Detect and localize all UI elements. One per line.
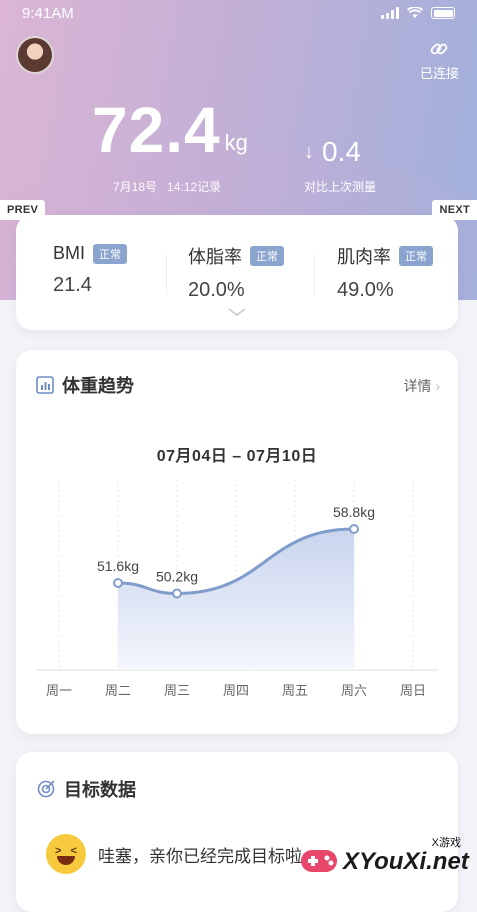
record-timestamp: 7月18号 14:12记录	[113, 178, 221, 195]
x-tick-label: 周日	[400, 684, 426, 699]
avatar[interactable]	[16, 36, 54, 74]
divider	[166, 255, 167, 295]
site-watermark: X游戏 XYouXi.net	[299, 834, 469, 884]
chevron-down-icon[interactable]	[227, 307, 247, 317]
target-icon	[37, 780, 55, 798]
status-icons	[381, 7, 455, 19]
metric-bmi[interactable]: BMI 正常 21.4	[53, 243, 128, 297]
metric-muscle[interactable]: 肌肉率 正常 49.0%	[337, 243, 433, 302]
battery-icon	[431, 7, 455, 19]
metric-value: 49.0%	[337, 279, 394, 301]
metric-body-fat[interactable]: 体脂率 正常 20.0%	[188, 243, 284, 302]
status-time: 9:41AM	[22, 5, 74, 22]
goal-title: 目标数据	[36, 776, 136, 802]
trend-title-text: 体重趋势	[62, 376, 134, 396]
record-date: 7月18号	[113, 180, 158, 194]
link-icon	[431, 43, 448, 55]
record-time: 14:12记录	[167, 180, 222, 194]
goal-message: > < 哇塞，亲你已经完成目标啦	[46, 834, 302, 874]
metric-value: 20.0%	[188, 279, 245, 301]
data-label: 50.2kg	[156, 569, 198, 585]
data-label: 58.8kg	[333, 504, 375, 520]
body-metrics-card: BMI 正常 21.4 体脂率 正常 20.0% 肌肉率 正常 49.0%	[16, 215, 458, 330]
x-tick-label: 周四	[223, 684, 249, 699]
weight-unit: kg	[224, 130, 248, 155]
metric-name: BMI	[53, 243, 86, 263]
laughing-emoji-icon: > <	[46, 834, 86, 874]
status-badge: 正常	[250, 246, 284, 266]
data-point[interactable]	[113, 578, 123, 588]
x-tick-label: 周二	[105, 684, 131, 699]
wifi-icon	[407, 7, 423, 18]
goal-message-text: 哇塞，亲你已经完成目标啦	[98, 846, 302, 866]
watermark-text: XYouXi.net	[343, 848, 469, 875]
chevron-right-icon: ›	[435, 378, 440, 394]
current-weight: 72.4 kg	[92, 98, 248, 162]
status-badge: 正常	[93, 243, 128, 264]
bar-chart-icon	[36, 376, 54, 394]
weight-change-label: 对比上次测量	[304, 180, 377, 194]
data-point[interactable]	[349, 524, 359, 534]
data-label: 51.6kg	[97, 558, 139, 574]
down-arrow-icon: ↓	[304, 140, 314, 163]
metric-name: 肌肉率	[337, 247, 391, 267]
weight-change: ↓ 0.4	[304, 136, 361, 168]
weight-value: 72.4	[92, 94, 221, 166]
divider	[314, 255, 315, 295]
signal-icon	[381, 7, 399, 19]
trend-title: 体重趋势	[36, 372, 134, 398]
data-point[interactable]	[172, 588, 182, 599]
x-tick-label: 周一	[46, 684, 72, 699]
detail-label: 详情	[403, 378, 432, 394]
goal-card: 目标数据 > < 哇塞，亲你已经完成目标啦	[16, 752, 458, 912]
x-tick-label: 周六	[341, 684, 367, 699]
detail-link[interactable]: 详情 ›	[403, 376, 440, 396]
metric-name: 体脂率	[188, 247, 242, 267]
x-tick-label: 周五	[282, 684, 308, 699]
gamepad-logo-icon	[301, 850, 337, 872]
weight-change-value: 0.4	[322, 136, 361, 167]
connection-status: 已连接	[419, 66, 459, 81]
device-connection[interactable]: 已连接	[420, 38, 459, 82]
goal-title-text: 目标数据	[64, 780, 136, 800]
weight-trend-card: 体重趋势 详情 › 07月04日 – 07月10日 51.6kg 50.2kg 58…	[16, 350, 458, 734]
weight-trend-chart: 51.6kg 50.2kg 58.8kg 周一 周二 周三 周四 周五 周六 周日	[36, 480, 438, 699]
date-range: 07月04日 – 07月10日	[156, 448, 318, 465]
x-tick-label: 周三	[164, 684, 190, 699]
metric-value: 21.4	[53, 274, 92, 296]
status-badge: 正常	[399, 246, 433, 266]
